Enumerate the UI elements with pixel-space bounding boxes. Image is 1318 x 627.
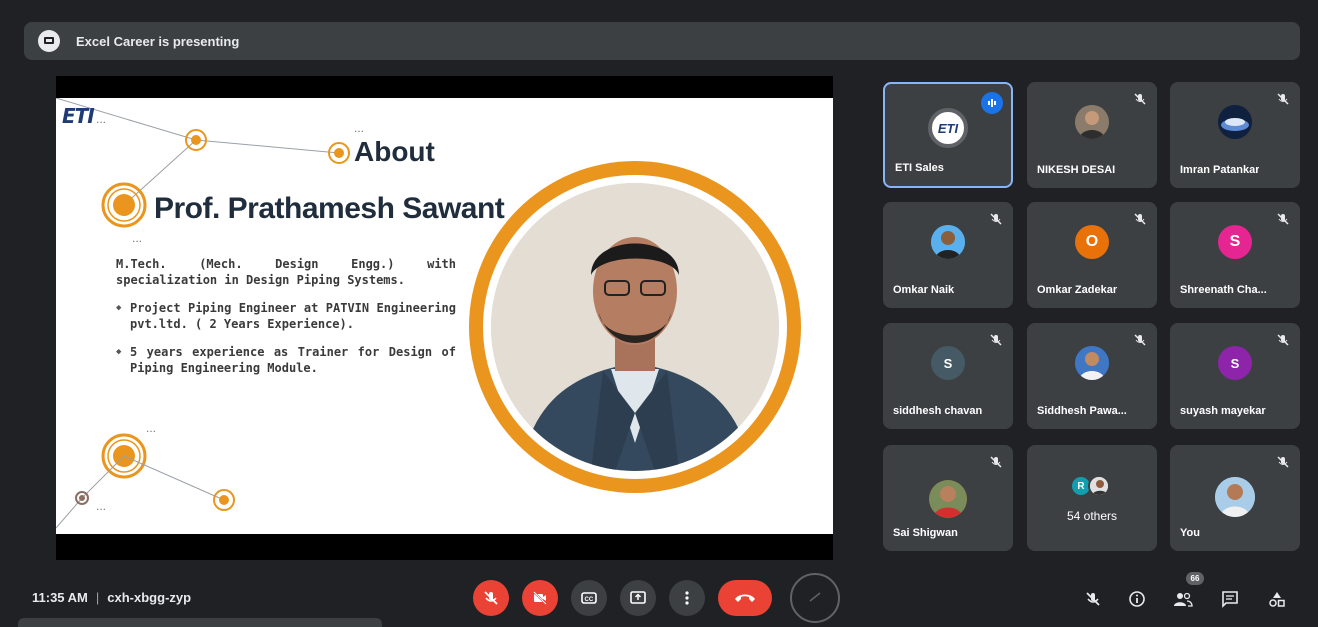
more-vert-icon: [685, 591, 689, 605]
people-button[interactable]: [1172, 588, 1194, 610]
participant-tile[interactable]: O Omkar Zadekar: [1027, 202, 1157, 308]
separator: |: [95, 590, 100, 605]
presenting-text: Excel Career is presenting: [76, 33, 240, 49]
participant-tile[interactable]: Siddhesh Pawa...: [1027, 323, 1157, 429]
slide-heading: About: [354, 136, 435, 167]
avatar: [931, 225, 965, 259]
chat-icon: [1222, 591, 1238, 608]
presentation-icon: [38, 30, 60, 52]
avatar: [1215, 477, 1255, 517]
avatar: [1075, 346, 1109, 380]
more-options-button[interactable]: [669, 580, 705, 616]
mic-off-icon: [1277, 93, 1289, 105]
mic-off-icon: [990, 456, 1002, 468]
camera-off-icon: [533, 591, 547, 605]
participant-tile[interactable]: S suyash mayekar: [1170, 323, 1300, 429]
camera-toggle-button[interactable]: [522, 580, 558, 616]
participant-name: Siddhesh Pawa...: [1037, 405, 1127, 417]
mic-off-icon: [990, 213, 1002, 225]
participant-tile[interactable]: NIKESH DESAI: [1027, 82, 1157, 188]
mic-off-icon: [1086, 592, 1100, 606]
people-icon: [1174, 592, 1193, 607]
presenter-name: Prof. Prathamesh Sawant: [154, 192, 505, 225]
mic-off-icon: [1277, 456, 1289, 468]
leave-call-button[interactable]: [718, 580, 772, 616]
svg-text:CC: CC: [585, 597, 594, 603]
participant-tile[interactable]: Sai Shigwan: [883, 445, 1013, 551]
presenter-photo: [491, 183, 779, 471]
participant-tile[interactable]: Imran Patankar: [1170, 82, 1300, 188]
avatar: [1075, 105, 1109, 139]
avatar: O: [1075, 225, 1109, 259]
mic-off-icon: [1277, 213, 1289, 225]
mic-toggle-button[interactable]: [473, 580, 509, 616]
activities-button[interactable]: [1266, 588, 1288, 610]
avatar: S: [1218, 225, 1252, 259]
avatar: ETI: [928, 108, 968, 148]
participant-name: ETI Sales: [895, 162, 944, 174]
avatar: S: [1218, 346, 1252, 380]
participant-tile[interactable]: S siddhesh chavan: [883, 323, 1013, 429]
reactions-button[interactable]: [790, 573, 840, 623]
participant-tile[interactable]: S Shreenath Cha...: [1170, 202, 1300, 308]
photo-frame: [469, 161, 801, 493]
presenting-banner: Excel Career is presenting: [24, 22, 1300, 60]
svg-text:...: ...: [146, 421, 156, 435]
others-tile[interactable]: R 54 others: [1027, 445, 1157, 551]
bio-text: M.Tech. (Mech. Design Engg.) with specia…: [116, 256, 456, 388]
present-screen-button[interactable]: [620, 580, 656, 616]
participant-name: siddhesh chavan: [893, 405, 983, 417]
present-icon: [630, 591, 646, 604]
mic-off-icon: [1134, 334, 1146, 346]
participant-tile[interactable]: Omkar Naik: [883, 202, 1013, 308]
others-avatars: R: [1070, 475, 1110, 497]
meeting-code: cxh-xbgg-zyp: [107, 590, 192, 605]
mic-off-icon: [1277, 334, 1289, 346]
mute-all-button[interactable]: [1082, 588, 1104, 610]
svg-text:...: ...: [96, 112, 106, 126]
participant-name: Omkar Naik: [893, 284, 955, 296]
call-end-icon: [735, 594, 755, 602]
avatar: [1218, 105, 1252, 139]
meeting-time: 11:35 AM: [32, 590, 88, 605]
bottom-strip: [18, 618, 382, 627]
svg-text:...: ...: [132, 231, 142, 245]
participant-name: Shreenath Cha...: [1180, 284, 1267, 296]
people-count-badge: 66: [1186, 572, 1204, 585]
mic-off-icon: [484, 591, 498, 605]
avatar: [929, 480, 967, 518]
bio-line: M.Tech. (Mech. Design Engg.) with specia…: [116, 257, 456, 287]
mic-off-icon: [1134, 213, 1146, 225]
bio-bullet: Project Piping Engineer at PATVIN Engine…: [116, 300, 456, 332]
participant-name: NIKESH DESAI: [1037, 164, 1116, 176]
participant-name: Omkar Zadekar: [1037, 284, 1118, 296]
participant-name: suyash mayekar: [1180, 405, 1266, 417]
mic-off-icon: [990, 334, 1002, 346]
check-icon: [809, 592, 821, 602]
company-logo: ETI: [62, 104, 95, 128]
participant-name: You: [1180, 527, 1200, 539]
captions-icon: CC: [581, 592, 597, 604]
participant-name: Sai Shigwan: [893, 527, 958, 539]
info-icon: [1129, 591, 1145, 607]
participant-name: Imran Patankar: [1180, 164, 1260, 176]
presentation-slide: ... ... ... ... ... ETI About Prof. Prat…: [56, 98, 833, 534]
captions-button[interactable]: CC: [571, 580, 607, 616]
svg-text:...: ...: [96, 499, 106, 513]
bio-bullet: 5 years experience as Trainer for Design…: [116, 344, 456, 376]
meeting-info: 11:35 AM | cxh-xbgg-zyp: [32, 590, 191, 605]
participant-tile[interactable]: ETI ETI Sales: [883, 82, 1013, 188]
meeting-details-button[interactable]: [1126, 588, 1148, 610]
participant-tile[interactable]: You: [1170, 445, 1300, 551]
svg-text:...: ...: [354, 121, 364, 135]
mic-off-icon: [1134, 93, 1146, 105]
shared-screen: ... ... ... ... ... ETI About Prof. Prat…: [56, 76, 833, 560]
avatar: S: [931, 346, 965, 380]
activities-icon: [1269, 592, 1285, 607]
others-count: 54 others: [1066, 509, 1118, 523]
avatar: [1088, 475, 1110, 497]
chat-button[interactable]: [1219, 588, 1241, 610]
speaking-indicator-icon: [981, 92, 1003, 114]
